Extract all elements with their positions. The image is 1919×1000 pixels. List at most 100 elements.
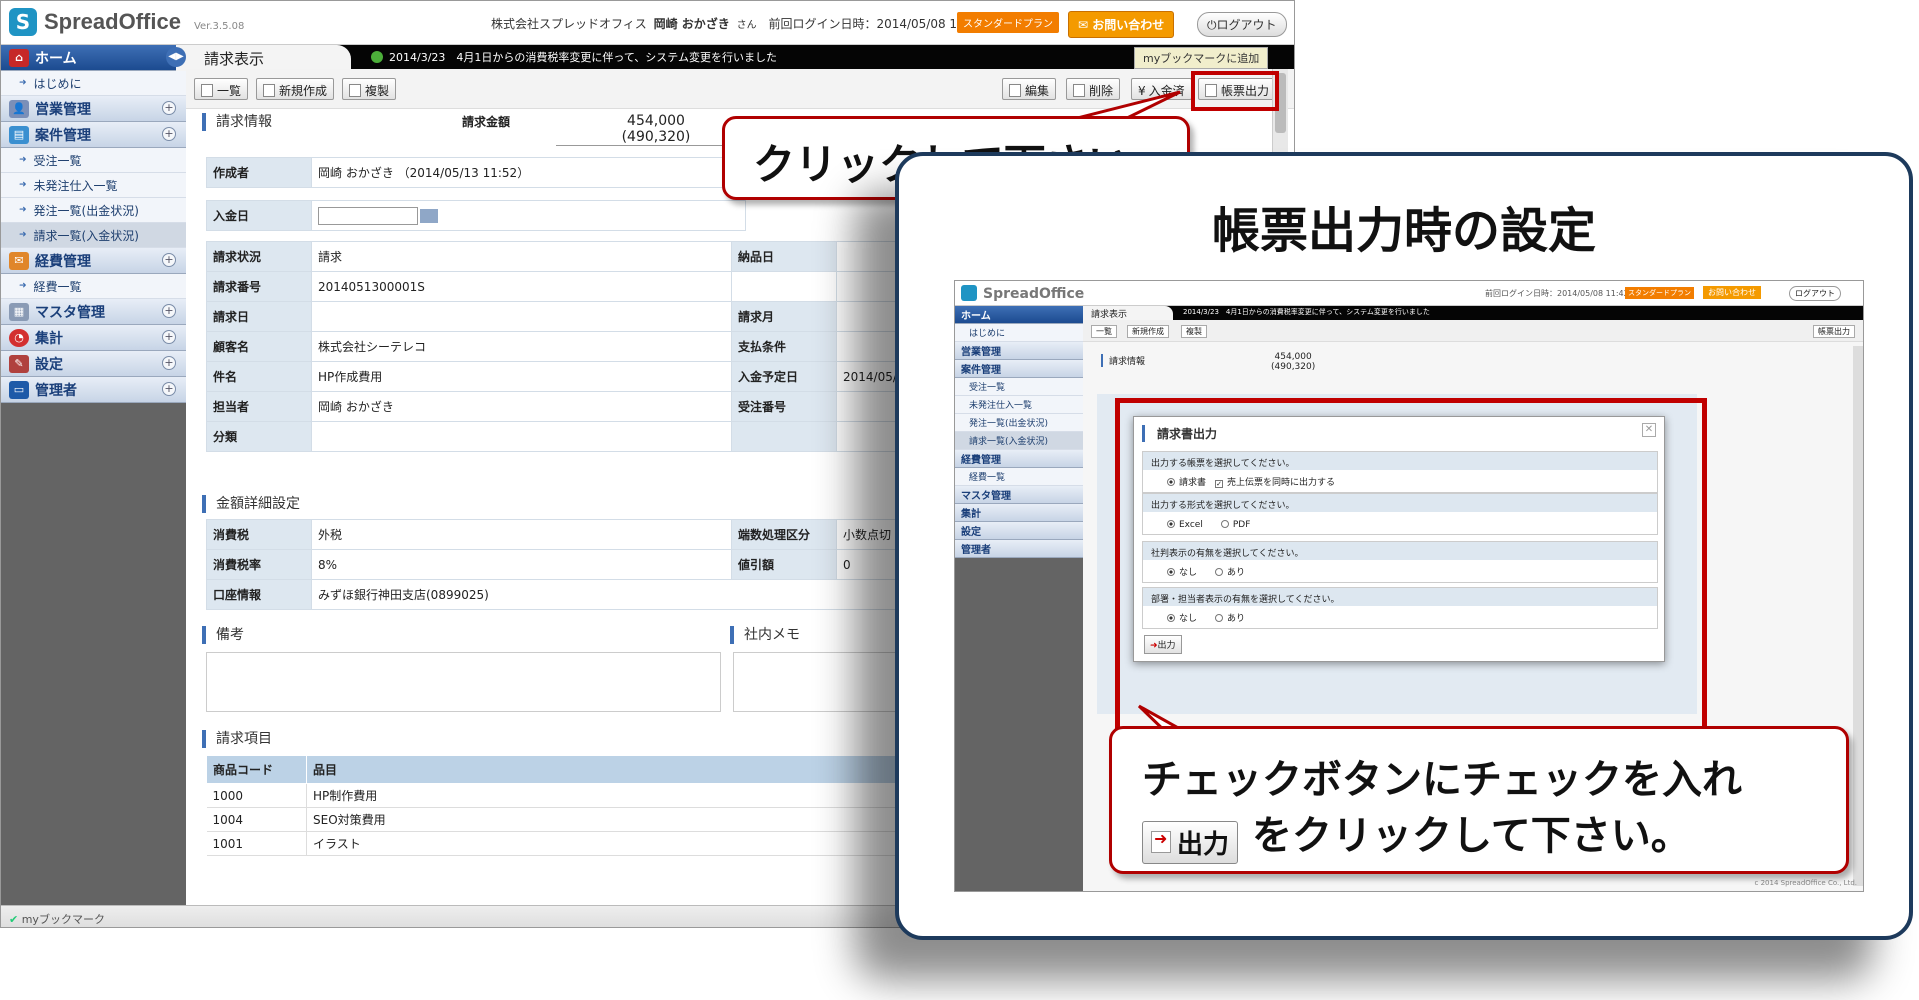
customer-value: 株式会社シーテレコ	[311, 331, 732, 362]
mini-admin: 管理者	[955, 540, 1083, 558]
new-button[interactable]: 新規作成	[256, 78, 335, 100]
expand-icon[interactable]: +	[162, 101, 176, 115]
sidebar-item-master[interactable]: ▦ マスタ管理 +	[1, 299, 186, 325]
item-code: 1004	[206, 807, 307, 832]
subject-label: 件名	[206, 361, 312, 392]
stage: S SpreadOffice Ver.3.5.08 株式会社スプレッドオフィス …	[0, 0, 1919, 1000]
sidebar-settings-label: 設定	[35, 356, 63, 373]
sidebar-item-totals[interactable]: ◔ 集計 +	[1, 325, 186, 351]
sidebar-sub-invoices[interactable]: 請求一覧(入金状況)	[1, 223, 186, 248]
mini-amount-value: 454,000	[1274, 352, 1312, 362]
customer-label: 顧客名	[206, 331, 312, 362]
invoice-section-title: 請求情報	[202, 113, 272, 131]
sales-icon: 👤	[9, 99, 29, 118]
version-label: Ver.3.5.08	[193, 20, 245, 32]
deposit-date-input[interactable]	[318, 206, 418, 225]
list-button[interactable]: 一覧	[194, 78, 249, 100]
system-notice: 2014/3/23 4月1日からの消費税率変更に伴って、システム変更を行いました	[371, 49, 777, 65]
mini-settings: 設定	[955, 522, 1083, 540]
sidebar-item-settings[interactable]: ✎ 設定 +	[1, 351, 186, 377]
tab-invoice-view[interactable]: ◀▶ 請求表示	[166, 45, 351, 71]
expand-icon[interactable]: +	[162, 330, 176, 344]
subject-value: HP作成費用	[311, 361, 732, 392]
expand-icon[interactable]: +	[162, 304, 176, 318]
mini-intro: はじめに	[955, 324, 1083, 342]
empty-label-2	[731, 421, 837, 452]
sidebar-sub-expense-list[interactable]: 経費一覧	[1, 274, 186, 299]
creator-value: 岡崎 おかざき （2014/05/13 11:52）	[311, 157, 746, 188]
check-callout-line1: チェックボタンにチェックを入れ	[1142, 757, 1742, 803]
projects-icon: ▤	[9, 125, 29, 144]
expand-icon[interactable]: +	[162, 253, 176, 267]
logo[interactable]: S SpreadOffice Ver.3.5.08	[9, 8, 244, 36]
mini-home: ホーム	[955, 306, 1083, 324]
check-callout-line2-text: をクリックして下さい。	[1251, 813, 1691, 859]
check-callout-line2: 出力 をクリックして下さい。	[1142, 803, 1691, 864]
sidebar-item-home[interactable]: ⌂ ホーム	[1, 45, 186, 71]
remarks-box[interactable]	[206, 652, 721, 712]
rate-label: 消費税率	[206, 549, 312, 580]
mini-output-btn: 帳票出力	[1813, 325, 1855, 338]
sidebar: ⌂ ホーム はじめに 👤 営業管理 + ▤ 案件管理 + 受注一覧 未発注仕入一…	[1, 45, 186, 927]
notice-text: 2014/3/23 4月1日からの消費税率変更に伴って、システム変更を行いました	[389, 51, 777, 64]
mini-projects: 案件管理	[955, 360, 1083, 378]
sidebar-sales-label: 営業管理	[35, 101, 91, 118]
category-label: 分類	[206, 421, 312, 452]
sidebar-sub-orders[interactable]: 受注一覧	[1, 148, 186, 173]
mini-sidebar: ホーム はじめに 営業管理 案件管理 受注一覧 未発注仕入一覧 発注一覧(出金状…	[955, 306, 1083, 891]
sidebar-projects-label: 案件管理	[35, 127, 91, 144]
output-button-sample: 出力	[1142, 820, 1239, 864]
sidebar-sub-unordered[interactable]: 未発注仕入一覧	[1, 173, 186, 198]
date-label: 請求日	[206, 301, 312, 332]
contact-button[interactable]: ✉ お問い合わせ	[1068, 11, 1175, 38]
number-value: 2014051300001S	[311, 271, 732, 302]
items-title: 請求項目	[202, 730, 272, 748]
mini-expenses: 経費管理	[955, 450, 1083, 468]
mini-logo-icon	[961, 285, 977, 301]
deposit-label: 入金日	[206, 200, 312, 231]
sidebar-totals-label: 集計	[35, 330, 63, 347]
copy-icon	[349, 84, 361, 97]
new-label: 新規作成	[279, 84, 328, 98]
expenses-icon: ✉	[9, 251, 29, 270]
mini-header: SpreadOffice 前回ログイン日時：2014/05/08 11:42:2…	[955, 281, 1863, 306]
sidebar-sub-purchase[interactable]: 発注一覧(出金状況)	[1, 198, 186, 223]
user-info: 株式会社スプレッドオフィス 岡崎 おかざき さん 前回ログイン日時：2014/0…	[491, 15, 1003, 32]
mini-logo: SpreadOffice	[983, 286, 1085, 302]
app-header: S SpreadOffice Ver.3.5.08 株式会社スプレッドオフィス …	[1, 1, 1294, 45]
delivery-label: 納品日	[731, 241, 837, 272]
expand-icon[interactable]: +	[162, 356, 176, 370]
person-value: 岡崎 おかざき	[311, 391, 732, 422]
copy-button[interactable]: 複製	[342, 78, 397, 100]
item-code: 1001	[206, 831, 307, 856]
sidebar-item-expenses[interactable]: ✉ 経費管理 +	[1, 248, 186, 274]
info-icon	[371, 51, 383, 63]
list-icon	[201, 84, 213, 97]
calendar-icon[interactable]	[420, 208, 438, 223]
home-icon: ⌂	[9, 48, 29, 67]
tab-label: 請求表示	[204, 50, 265, 68]
logo-text: SpreadOffice	[44, 9, 181, 34]
mini-sub-3: 発注一覧(出金状況)	[955, 414, 1083, 432]
rounding-label: 端数処理区分	[731, 519, 837, 550]
collapse-icon[interactable]: ◀▶	[166, 47, 186, 67]
plan-badge: スタンダードプラン	[957, 12, 1059, 33]
company-name: 株式会社スプレッドオフィス	[491, 17, 647, 31]
sidebar-master-label: マスタ管理	[35, 304, 105, 321]
tax-label: 消費税	[206, 519, 312, 550]
logout-button[interactable]: ⏻ログアウト	[1197, 12, 1287, 37]
account-label: 口座情報	[206, 579, 312, 610]
sidebar-item-admin[interactable]: ▭ 管理者 +	[1, 377, 186, 403]
sidebar-sub-intro[interactable]: はじめに	[1, 71, 186, 96]
status-label: 請求状況	[206, 241, 312, 272]
expand-icon[interactable]: +	[162, 382, 176, 396]
sidebar-item-projects[interactable]: ▤ 案件管理 +	[1, 122, 186, 148]
mini-master: マスタ管理	[955, 486, 1083, 504]
mini-tabbar: 請求表示 2014/3/23 4月1日からの消費税率変更に伴って、システム変更を…	[1083, 306, 1863, 321]
sidebar-item-sales[interactable]: 👤 営業管理 +	[1, 96, 186, 122]
mini-sub-2: 未発注仕入一覧	[955, 396, 1083, 414]
amount-detail-title: 金額詳細設定	[202, 495, 300, 513]
expand-icon[interactable]: +	[162, 127, 176, 141]
add-bookmark-button[interactable]: myブックマークに追加	[1134, 47, 1269, 69]
footer-bookmark-label[interactable]: myブックマーク	[22, 913, 105, 926]
